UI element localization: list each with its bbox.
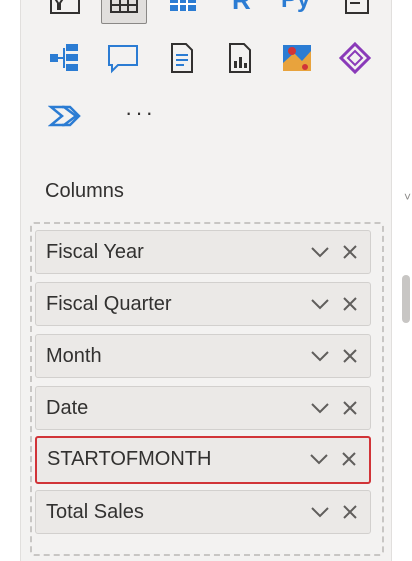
field-pill-label: Fiscal Year <box>46 241 144 263</box>
svg-text:R: R <box>232 0 251 15</box>
visual-icons-row-3 <box>43 94 87 138</box>
chevron-down-icon[interactable] <box>310 245 330 264</box>
table-icon[interactable] <box>101 0 147 24</box>
close-icon[interactable] <box>342 400 358 421</box>
close-icon[interactable] <box>341 451 357 472</box>
field-pill-label: Month <box>46 345 102 367</box>
field-pill-label: Total Sales <box>46 501 144 523</box>
r-visual-icon[interactable]: R <box>219 0 263 22</box>
matrix-icon[interactable] <box>161 0 205 22</box>
more-visuals-button[interactable]: ··· <box>125 100 156 126</box>
close-icon[interactable] <box>342 504 358 525</box>
close-icon[interactable] <box>342 244 358 265</box>
field-pill-label: STARTOFMONTH <box>47 448 212 470</box>
svg-text:Py: Py <box>281 0 311 13</box>
power-automate-icon[interactable] <box>43 94 87 138</box>
decomposition-tree-icon[interactable] <box>43 36 87 80</box>
field-pill-month[interactable]: Month <box>35 334 371 378</box>
scrollbar[interactable] <box>402 275 410 323</box>
field-pill-fiscal-quarter[interactable]: Fiscal Quarter <box>35 282 371 326</box>
power-apps-icon[interactable] <box>333 36 377 80</box>
field-pill-fiscal-year[interactable]: Fiscal Year <box>35 230 371 274</box>
chevron-down-icon[interactable] <box>310 505 330 524</box>
visualizations-pane: R Py <box>20 0 392 561</box>
chevron-down-icon[interactable] <box>309 452 329 471</box>
chevron-down-icon[interactable] <box>310 401 330 420</box>
close-icon[interactable] <box>342 296 358 317</box>
funnel-table-icon[interactable] <box>43 0 87 22</box>
columns-section-label: Columns <box>45 180 124 202</box>
paginated-report-icon[interactable] <box>217 36 261 80</box>
chevron-down-icon[interactable]: ˅ <box>404 190 411 204</box>
visual-icons-row-2 <box>43 36 377 80</box>
visual-icons-row-1: R Py <box>43 0 379 24</box>
chevron-down-icon[interactable] <box>310 349 330 368</box>
chevron-down-icon[interactable] <box>310 297 330 316</box>
field-pill-label: Fiscal Quarter <box>46 293 172 315</box>
field-pill-total-sales[interactable]: Total Sales <box>35 490 371 534</box>
qna-icon[interactable] <box>101 36 145 80</box>
azure-map-icon[interactable] <box>275 36 319 80</box>
field-pill-date[interactable]: Date <box>35 386 371 430</box>
close-icon[interactable] <box>342 348 358 369</box>
field-pill-label: Date <box>46 397 89 419</box>
key-influencers-icon[interactable] <box>335 0 379 22</box>
python-visual-icon[interactable]: Py <box>277 0 321 22</box>
field-pill-startofmonth[interactable]: STARTOFMONTH <box>35 436 371 484</box>
smart-narrative-icon[interactable] <box>159 36 203 80</box>
